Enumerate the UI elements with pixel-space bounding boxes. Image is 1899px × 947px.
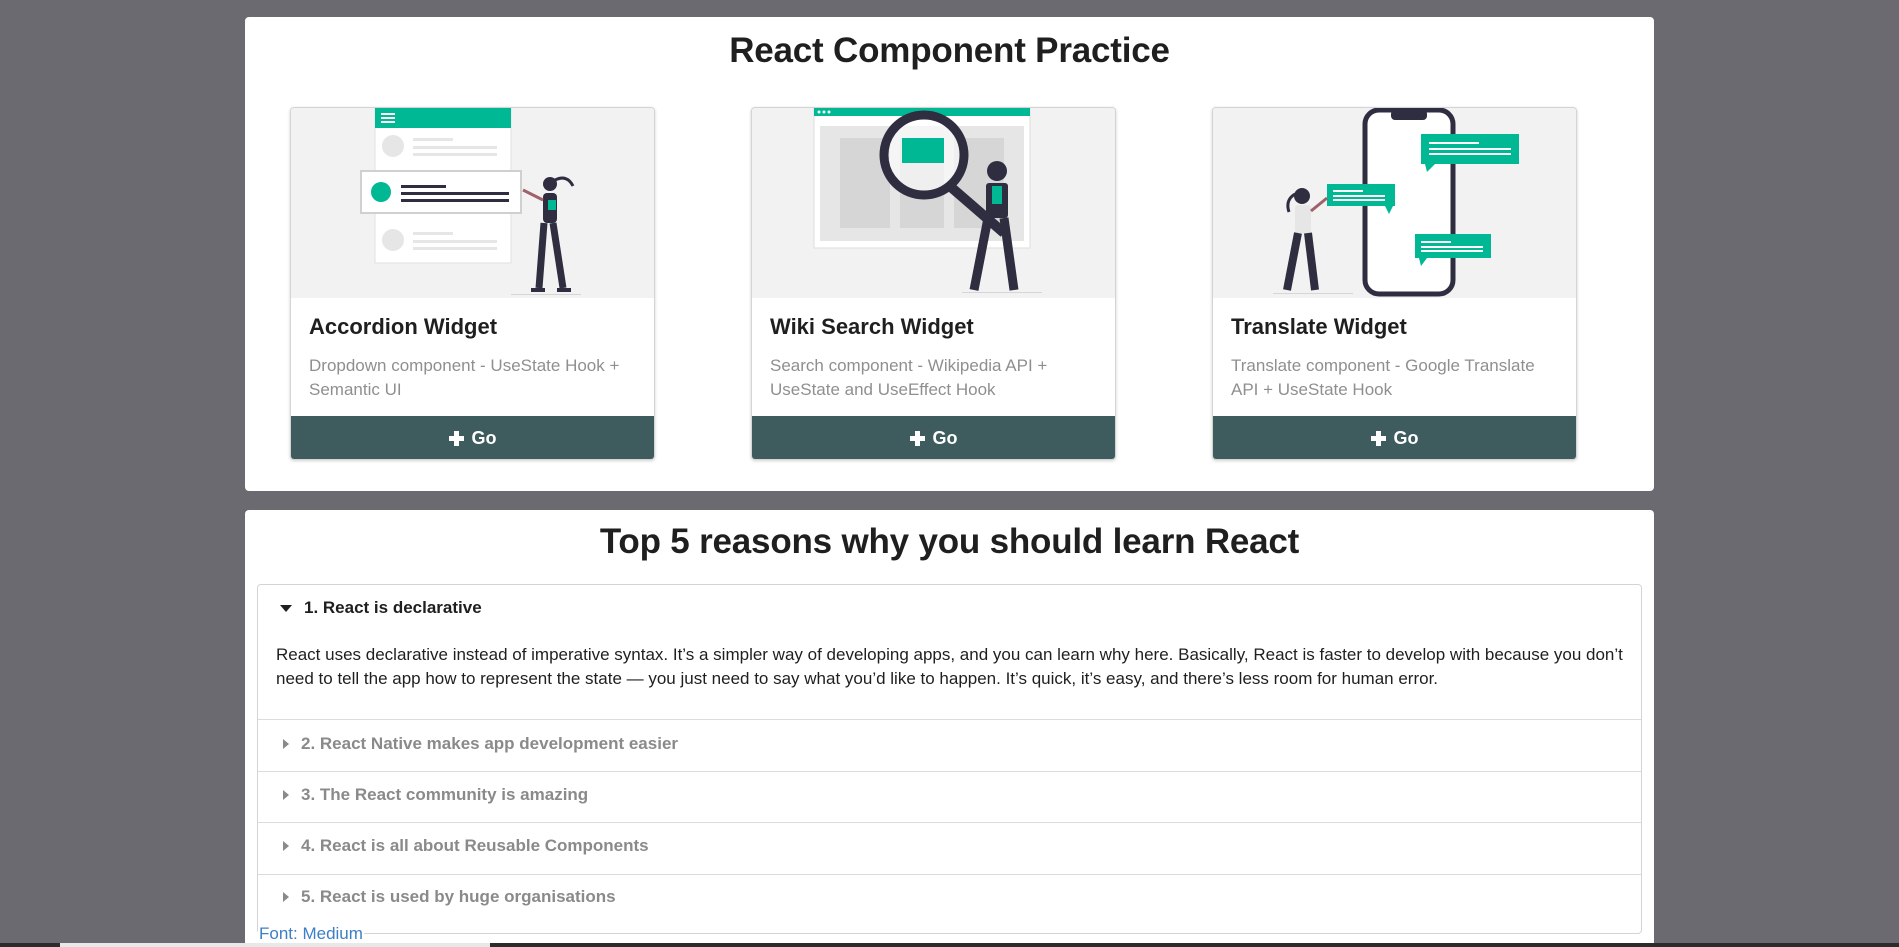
caret-right-icon: [283, 739, 289, 749]
accordion-title-1[interactable]: 1. React is declarative: [280, 598, 482, 618]
accordion-go-button[interactable]: Go: [291, 416, 654, 459]
accordion-title-text: 2. React Native makes app development ea…: [301, 734, 679, 753]
card-description: Dropdown component - UseState Hook + Sem…: [309, 356, 620, 399]
reasons-panel: Top 5 reasons why you should learn React…: [245, 510, 1654, 947]
accordion-content-1: React uses declarative instead of impera…: [276, 645, 1623, 688]
caret-right-icon: [283, 892, 289, 902]
font-medium-link[interactable]: Font: Medium: [258, 924, 364, 944]
caret-right-icon: [283, 790, 289, 800]
accordion-item-2: 2. React Native makes app development ea…: [258, 719, 1641, 771]
plus-icon: [1370, 430, 1386, 446]
accordion-item-5: 5. React is used by huge organisations: [258, 874, 1641, 933]
accordion-illustration: [291, 108, 654, 298]
accordion-item-4: 4. React is all about Reusable Component…: [258, 822, 1641, 874]
caret-down-icon: [280, 604, 292, 612]
page-title: React Component Practice: [729, 31, 1170, 70]
translate-go-button[interactable]: Go: [1213, 416, 1576, 459]
translate-widget-card: Translate Widget Translate component - G…: [1212, 107, 1577, 460]
accordion-title-text: 3. The React community is amazing: [301, 785, 589, 804]
translate-illustration: [1213, 108, 1576, 298]
wiki-search-go-button[interactable]: Go: [752, 416, 1115, 459]
card-header: Accordion Widget: [309, 314, 498, 339]
reasons-accordion: 1. React is declarative React uses decla…: [257, 584, 1642, 934]
caret-right-icon: [283, 841, 289, 851]
accordion-title-text: 5. React is used by huge organisations: [301, 887, 616, 906]
accordion-title-2[interactable]: 2. React Native makes app development ea…: [280, 734, 678, 754]
wiki-search-illustration: [752, 108, 1115, 298]
accordion-title-text: 1. React is declarative: [304, 598, 482, 617]
card-description: Translate component - Google Translate A…: [1231, 356, 1535, 399]
go-label: Go: [471, 427, 497, 448]
reasons-title: Top 5 reasons why you should learn React: [599, 522, 1300, 561]
card-header: Translate Widget: [1231, 314, 1407, 339]
plus-icon: [448, 430, 464, 446]
accordion-widget-card: Accordion Widget Dropdown component - Us…: [290, 107, 655, 460]
card-description: Search component - Wikipedia API + UseSt…: [770, 356, 1048, 399]
components-panel: React Component Practice Accordion Widge…: [245, 17, 1654, 491]
plus-icon: [909, 430, 925, 446]
accordion-item-1: 1. React is declarative React uses decla…: [258, 585, 1641, 719]
go-label: Go: [1393, 427, 1419, 448]
bottom-strip-light: [60, 943, 490, 947]
accordion-title-3[interactable]: 3. The React community is amazing: [280, 785, 588, 805]
card-header: Wiki Search Widget: [770, 314, 974, 339]
accordion-title-5[interactable]: 5. React is used by huge organisations: [280, 887, 616, 907]
accordion-title-text: 4. React is all about Reusable Component…: [301, 836, 649, 855]
wiki-search-widget-card: Wiki Search Widget Search component - Wi…: [751, 107, 1116, 460]
accordion-item-3: 3. The React community is amazing: [258, 771, 1641, 823]
go-label: Go: [932, 427, 958, 448]
accordion-title-4[interactable]: 4. React is all about Reusable Component…: [280, 836, 649, 856]
